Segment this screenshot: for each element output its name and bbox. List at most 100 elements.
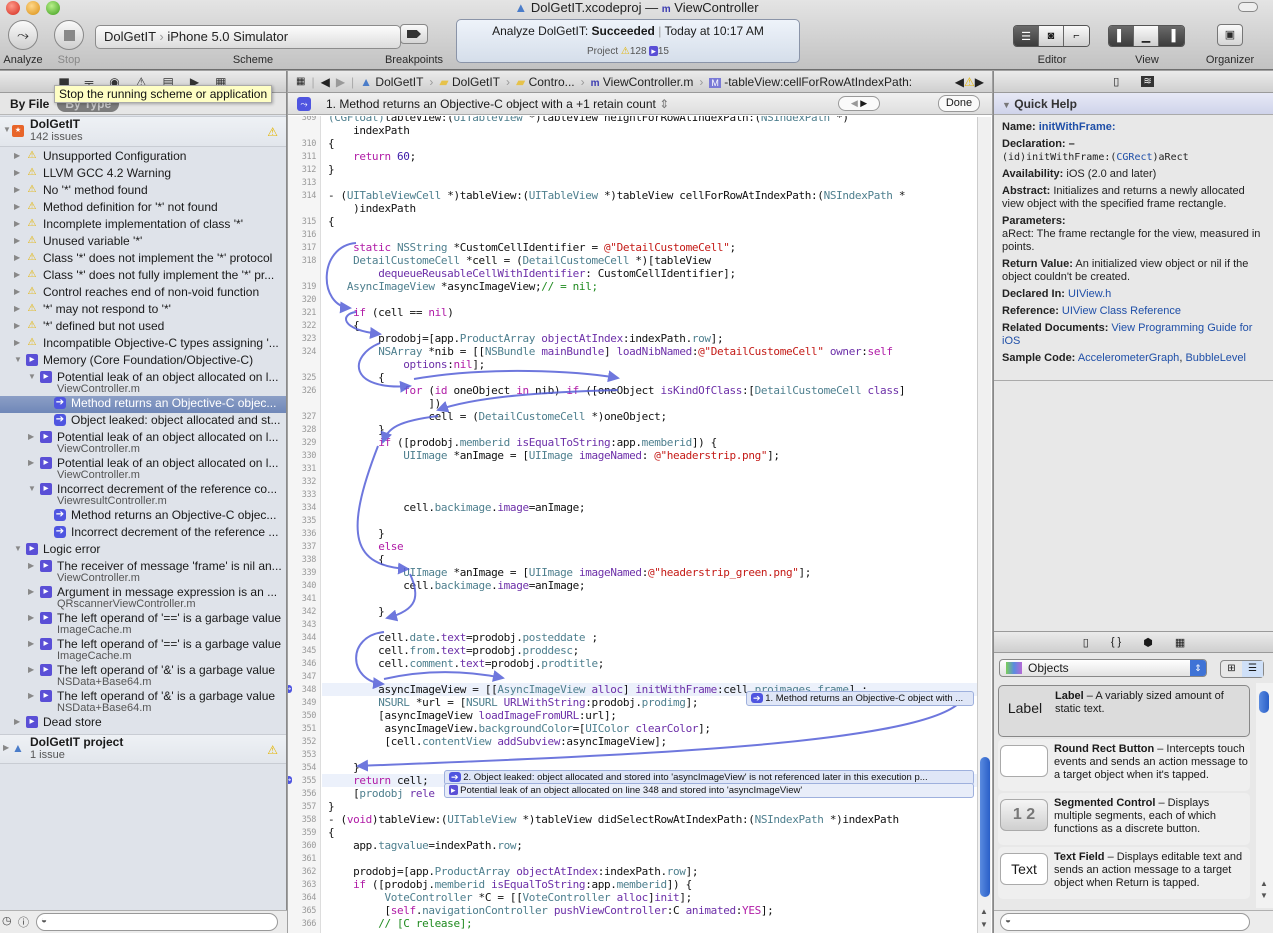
- code-line[interactable]: }: [328, 761, 360, 774]
- jump-crumb-method[interactable]: M -tableView:cellForRowAtIndexPath:: [709, 75, 912, 89]
- code-line[interactable]: DetailCustomeCell *cell = (DetailCustome…: [328, 254, 711, 267]
- disclosure-right-icon[interactable]: ▶: [28, 613, 34, 622]
- code-line[interactable]: if ([prodobj.memberid isEqualToString:ap…: [328, 878, 692, 891]
- line-number-gutter[interactable]: 309 310 311 312 313 314 315 316 317 318 319 320 321 3…: [288, 116, 321, 933]
- code-line[interactable]: {: [328, 319, 360, 332]
- issue-row[interactable]: ▶ ⚠ No '*' method found: [0, 183, 286, 200]
- code-line[interactable]: cell.comment.text=prodobj.prodtitle;: [328, 657, 604, 670]
- issue-row[interactable]: ▶ ▸ The receiver of message 'frame' is nil…: [0, 559, 286, 585]
- issue-row[interactable]: ➔ Method returns an Objective-C objec...: [0, 396, 286, 413]
- code-line[interactable]: [cell.contentView addSubview:asyncImageV…: [328, 735, 667, 748]
- issue-row[interactable]: ▶ ⚠ Control reaches end of non-void functi…: [0, 285, 286, 302]
- quick-help-header[interactable]: ▼ Quick Help: [994, 93, 1273, 115]
- code-line[interactable]: NSURL *url = [NSURL URLWithString:prodob…: [328, 696, 698, 709]
- scroll-up-icon[interactable]: ▲: [1260, 879, 1268, 888]
- disclosure-right-icon[interactable]: ▶: [14, 338, 20, 347]
- issue-row[interactable]: ▶ ▸ The left operand of '&' is a garbage v…: [0, 663, 286, 689]
- code-line[interactable]: cell.date.text=prodobj.posteddate ;: [328, 631, 598, 644]
- code-line[interactable]: [self.navigationController pushViewContr…: [328, 904, 773, 917]
- scroll-thumb[interactable]: [980, 757, 990, 897]
- issue-row[interactable]: ▶ ⚠ Method definition for '*' not found: [0, 200, 286, 217]
- recent-filter-icon[interactable]: ◷: [2, 914, 12, 927]
- navigator-filter-input[interactable]: ◒: [36, 913, 278, 931]
- issue-row[interactable]: ▶ ⚠ Incompatible Objective-C types assigni…: [0, 336, 286, 353]
- code-line[interactable]: NSArray *nib = [[NSBundle mainBundle] lo…: [328, 345, 893, 358]
- code-line[interactable]: prodobj=[app.ProductArray objectAtIndex:…: [328, 332, 723, 345]
- reference-link[interactable]: UIView Class Reference: [1062, 305, 1181, 317]
- quick-help-icon[interactable]: ≋: [1141, 76, 1154, 87]
- code-line[interactable]: UIImage *anImage = [UIImage imageNamed:@…: [328, 566, 811, 579]
- disclosure-right-icon[interactable]: ▶: [28, 665, 34, 674]
- declared-in-link[interactable]: UIView.h: [1068, 288, 1111, 300]
- file-template-library-icon[interactable]: ▯: [1083, 636, 1089, 649]
- sample-code-link[interactable]: AccelerometerGraph: [1078, 352, 1180, 364]
- code-line[interactable]: [prodobj rele: [328, 787, 435, 800]
- analyzer-bubble-step-1[interactable]: ➔ 1. Method returns an Objective-C objec…: [746, 691, 974, 706]
- jump-crumb-folder[interactable]: ▰ Contro...: [516, 75, 575, 89]
- scroll-down-icon[interactable]: ▼: [1260, 891, 1268, 900]
- jump-crumb-group[interactable]: ▰ DolGetIT: [439, 75, 500, 89]
- issue-row[interactable]: ▶ ▸ Potential leak of an object allocated …: [0, 456, 286, 482]
- breakpoints-button[interactable]: Breakpoints: [384, 24, 444, 66]
- code-line[interactable]: else: [328, 540, 403, 553]
- disclosure-right-icon[interactable]: ▶: [14, 151, 20, 160]
- issue-row[interactable]: ▼ ▸ Logic error: [0, 542, 286, 559]
- code-line[interactable]: return cell;: [328, 774, 429, 787]
- code-line[interactable]: app.tagvalue=indexPath.row;: [328, 839, 523, 852]
- file-inspector-icon[interactable]: ▯: [1113, 75, 1119, 88]
- code-line[interactable]: {: [328, 553, 385, 566]
- disclosure-right-icon[interactable]: ▶: [14, 287, 20, 296]
- media-library-icon[interactable]: ▦: [1175, 636, 1185, 649]
- disclosure-right-icon[interactable]: ▶: [28, 691, 34, 700]
- issue-row[interactable]: ▶ ⚠ Incomplete implementation of class '*': [0, 217, 286, 234]
- disclosure-right-icon[interactable]: ▶: [28, 587, 34, 596]
- issue-row[interactable]: ▶ ⚠ '*' defined but not used: [0, 319, 286, 336]
- editor-scrollbar[interactable]: ▲ ▼: [977, 117, 991, 933]
- scroll-thumb[interactable]: [1259, 691, 1269, 713]
- code-line[interactable]: cell = (DetailCustomeCell *)oneObject;: [328, 410, 667, 423]
- disclosure-right-icon[interactable]: ▶: [28, 458, 34, 467]
- analyze-button[interactable]: ⤳ Analyze: [2, 20, 44, 66]
- library-item[interactable]: Text Text Field – Displays editable text…: [998, 847, 1250, 899]
- toolbar-toggle-button[interactable]: [1238, 2, 1258, 12]
- code-line[interactable]: UIImage *anImage = [UIImage imageNamed: …: [328, 449, 780, 462]
- version-editor-icon[interactable]: ⌐: [1064, 26, 1089, 46]
- prev-step-icon[interactable]: ◀: [851, 98, 858, 108]
- cgrect-link[interactable]: CGRect: [1116, 152, 1152, 163]
- code-line[interactable]: // [C release];: [328, 917, 472, 930]
- list-view-icon[interactable]: ☰: [1242, 661, 1263, 677]
- issue-row[interactable]: ➔ Incorrect decrement of the reference ..…: [0, 525, 286, 542]
- issue-row[interactable]: ▶ ▸ Dead store: [0, 715, 286, 732]
- disclosure-right-icon[interactable]: ▶: [14, 717, 20, 726]
- disclosure-right-icon[interactable]: ▶: [14, 236, 20, 245]
- issue-row[interactable]: ▶ ⚠ Unsupported Configuration: [0, 149, 286, 166]
- code-line[interactable]: {: [328, 137, 335, 150]
- code-line[interactable]: - (UITableViewCell *)tableView:(UITableV…: [328, 189, 905, 202]
- code-line[interactable]: static NSString *CustomCellIdentifier = …: [328, 241, 736, 254]
- step-message[interactable]: 1. Method returns an Objective-C object …: [326, 97, 669, 111]
- disclosure-right-icon[interactable]: ▶: [14, 185, 20, 194]
- code-line[interactable]: cell.backimage.image=anImage;: [328, 501, 585, 514]
- jump-crumb-project[interactable]: ▲ DolGetIT: [360, 75, 423, 89]
- code-snippet-library-icon[interactable]: { }: [1111, 636, 1121, 648]
- issue-filter-icon[interactable]: ⓘ: [18, 914, 29, 930]
- disclosure-right-icon[interactable]: ▶: [28, 561, 34, 570]
- debug-area-toggle-icon[interactable]: ▁: [1134, 26, 1159, 46]
- code-line[interactable]: VoteController *C = [[VoteController all…: [328, 891, 692, 904]
- disclosure-right-icon[interactable]: ▶: [14, 270, 20, 279]
- related-files-icon[interactable]: ▦: [296, 76, 305, 87]
- utilities-toggle-icon[interactable]: ▐: [1159, 26, 1184, 46]
- by-file-tab[interactable]: By File: [10, 97, 49, 111]
- library-item[interactable]: Round Rect Button – Intercepts touch eve…: [998, 739, 1250, 791]
- next-step-icon[interactable]: ▶: [860, 98, 867, 108]
- issue-row[interactable]: ➔ Object leaked: object allocated and st.…: [0, 413, 286, 430]
- disclosure-right-icon[interactable]: ▶: [28, 432, 34, 441]
- library-filter-select[interactable]: Objects ⇕: [999, 659, 1207, 677]
- disclosure-down-icon[interactable]: ▼: [28, 372, 36, 381]
- issue-row[interactable]: ▼ ▸ Memory (Core Foundation/Objective-C): [0, 353, 286, 370]
- code-line[interactable]: if (cell == nil): [328, 306, 454, 319]
- warning-count[interactable]: 128: [630, 46, 647, 57]
- scroll-down-icon[interactable]: ▼: [980, 920, 988, 929]
- code-line[interactable]: asyncImageView.backgroundColor=[UIColor …: [328, 722, 711, 735]
- disclosure-right-icon[interactable]: ▶: [14, 219, 20, 228]
